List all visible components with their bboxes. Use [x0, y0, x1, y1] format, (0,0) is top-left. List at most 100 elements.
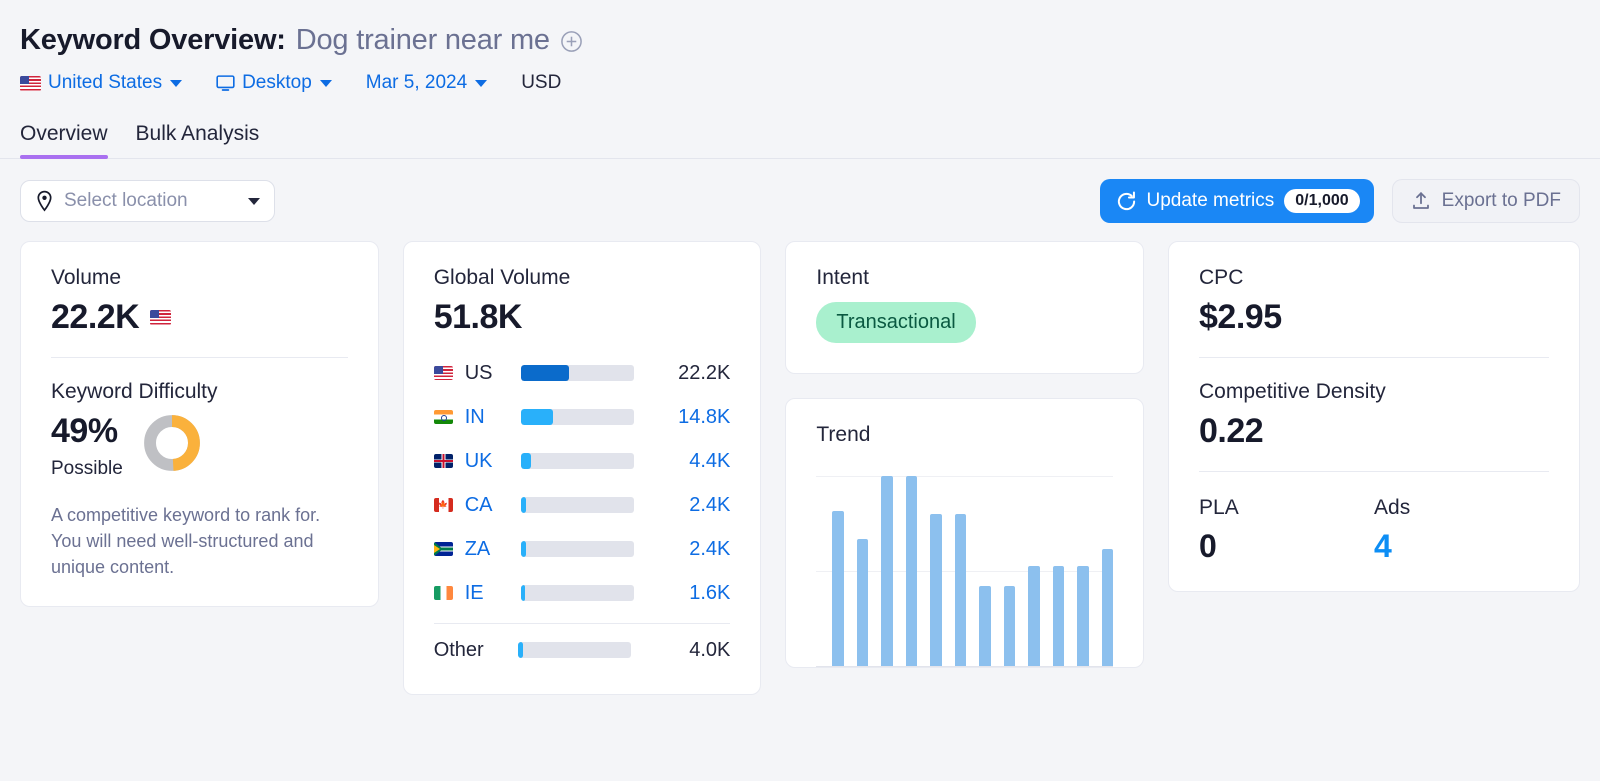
device-selector[interactable]: Desktop [216, 72, 332, 94]
country-volume-row: CA 2.4K [433, 483, 730, 527]
update-metrics-button[interactable]: Update metrics 0/1,000 [1099, 179, 1374, 223]
volume-value[interactable]: 1.6K [689, 582, 730, 605]
plus-circle-icon[interactable] [560, 30, 583, 53]
chevron-down-icon [475, 79, 488, 87]
trend-bar-chart [816, 467, 1114, 667]
volume-label: Volume [51, 266, 122, 289]
volume-bar-fill [520, 497, 527, 513]
keyword-text: Dog trainer near me [295, 23, 550, 56]
chart-baseline [816, 666, 1114, 667]
volume-value[interactable]: 14.8K [678, 406, 730, 429]
volume-value: 22.2K [51, 298, 140, 336]
trend-bar[interactable] [905, 476, 918, 666]
device-label: Desktop [242, 72, 312, 93]
trend-bar[interactable] [979, 586, 991, 666]
country-code[interactable]: US [465, 362, 521, 385]
keyword-difficulty-donut-chart [143, 415, 200, 471]
trend-bar[interactable] [881, 476, 893, 666]
keyword-difficulty-description: A competitive keyword to rank for. You w… [51, 505, 321, 578]
volume-bar-track [517, 642, 631, 658]
za-flag-icon [433, 542, 453, 556]
volume-bar-track [520, 453, 634, 469]
country-code[interactable]: IN [465, 406, 521, 429]
meta-row: United States Desktop Mar 5, 2024 USD [20, 64, 1580, 102]
tab-bulk-analysis[interactable]: Bulk Analysis [136, 122, 260, 158]
tab-bar: Overview Bulk Analysis [0, 122, 1600, 159]
toolbar: Select location Update metrics 0/1,000 E… [0, 159, 1600, 225]
us-flag-icon [20, 75, 41, 91]
volume-bar-fill [520, 365, 570, 381]
metrics-grid: Volume 22.2K Keyword Difficulty 49% Poss… [0, 225, 1600, 695]
toolbar-actions: Update metrics 0/1,000 Export to PDF [1099, 179, 1580, 223]
ie-flag-icon [433, 586, 453, 600]
volume-value: 4.0K [689, 638, 731, 661]
map-pin-icon [37, 190, 52, 212]
upload-icon [1412, 192, 1429, 209]
volume-value: 22.2K [678, 361, 731, 384]
volume-bar-fill [520, 541, 527, 557]
trend-bar[interactable] [1101, 548, 1113, 666]
export-to-pdf-label: Export to PDF [1441, 190, 1561, 211]
date-selector[interactable]: Mar 5, 2024 [365, 72, 488, 94]
country-selector[interactable]: United States [20, 72, 183, 94]
country-volume-row: US 22.2K [433, 351, 731, 395]
trend-bar[interactable] [1052, 565, 1065, 666]
date-label: Mar 5, 2024 [365, 72, 468, 93]
country-code[interactable]: ZA [465, 538, 521, 561]
trend-bar[interactable] [1077, 565, 1089, 666]
divider [433, 623, 731, 624]
trend-bar[interactable] [1003, 586, 1016, 666]
page-title: Keyword Overview: [20, 23, 286, 56]
status-badge: Transactional [816, 302, 976, 343]
chevron-down-icon [248, 197, 260, 205]
trend-bar[interactable] [954, 514, 967, 666]
country-volume-row: IN 14.8K [433, 395, 730, 439]
ads-cell: Ads 4 [1374, 496, 1549, 565]
pla-value: 0 [1199, 528, 1217, 564]
global-volume-value: 51.8K [433, 298, 523, 336]
competitive-density-value: 0.22 [1199, 412, 1264, 450]
volume-bar-track [520, 497, 634, 513]
pla-ads-row: PLA 0 Ads 4 [1199, 496, 1549, 565]
country-code[interactable]: CA [465, 494, 521, 517]
export-to-pdf-button[interactable]: Export to PDF [1391, 179, 1580, 223]
us-flag-icon [433, 366, 453, 380]
volume-value-row: 22.2K [51, 298, 348, 337]
country-code[interactable]: UK [465, 450, 521, 473]
us-flag-icon [150, 310, 172, 325]
cpc-card: CPC $2.95 Competitive Density 0.22 PLA 0… [1168, 241, 1581, 592]
trend-bar[interactable] [832, 510, 844, 666]
volume-bar-fill [517, 642, 524, 658]
trend-label: Trend [816, 423, 871, 446]
country-volume-row: ZA 2.4K [433, 527, 730, 571]
update-metrics-count: 0/1,000 [1284, 189, 1360, 213]
tab-overview[interactable]: Overview [20, 122, 108, 159]
location-select[interactable]: Select location [20, 180, 275, 222]
uk-flag-icon [433, 454, 453, 468]
volume-value[interactable]: 2.4K [689, 494, 730, 517]
trend-bars [832, 467, 1113, 666]
trend-bar[interactable] [856, 539, 869, 666]
volume-bar-track [520, 365, 634, 381]
country-volume-row: IE 1.6K [433, 571, 730, 615]
intent-card: Intent Transactional [785, 241, 1145, 374]
volume-bar-track [520, 409, 634, 425]
refresh-icon [1117, 191, 1135, 210]
volume-value[interactable]: 4.4K [689, 450, 730, 473]
trend-bar[interactable] [1028, 565, 1040, 666]
cpc-label: CPC [1199, 266, 1244, 289]
location-placeholder: Select location [64, 190, 188, 211]
volume-bar-track [520, 541, 634, 557]
ads-value[interactable]: 4 [1374, 528, 1549, 565]
volume-value[interactable]: 2.4K [689, 538, 730, 561]
volume-card: Volume 22.2K Keyword Difficulty 49% Poss… [20, 241, 379, 608]
chevron-down-icon [319, 79, 332, 87]
desktop-icon [216, 74, 235, 91]
country-code[interactable]: IE [465, 582, 521, 605]
volume-bar-fill [520, 453, 531, 469]
keyword-difficulty-label: Keyword Difficulty [51, 380, 218, 403]
pla-cell: PLA 0 [1199, 496, 1374, 565]
country-label: United States [48, 72, 163, 93]
page-header: Keyword Overview: Dog trainer near me Un… [0, 0, 1600, 102]
trend-bar[interactable] [930, 514, 942, 666]
